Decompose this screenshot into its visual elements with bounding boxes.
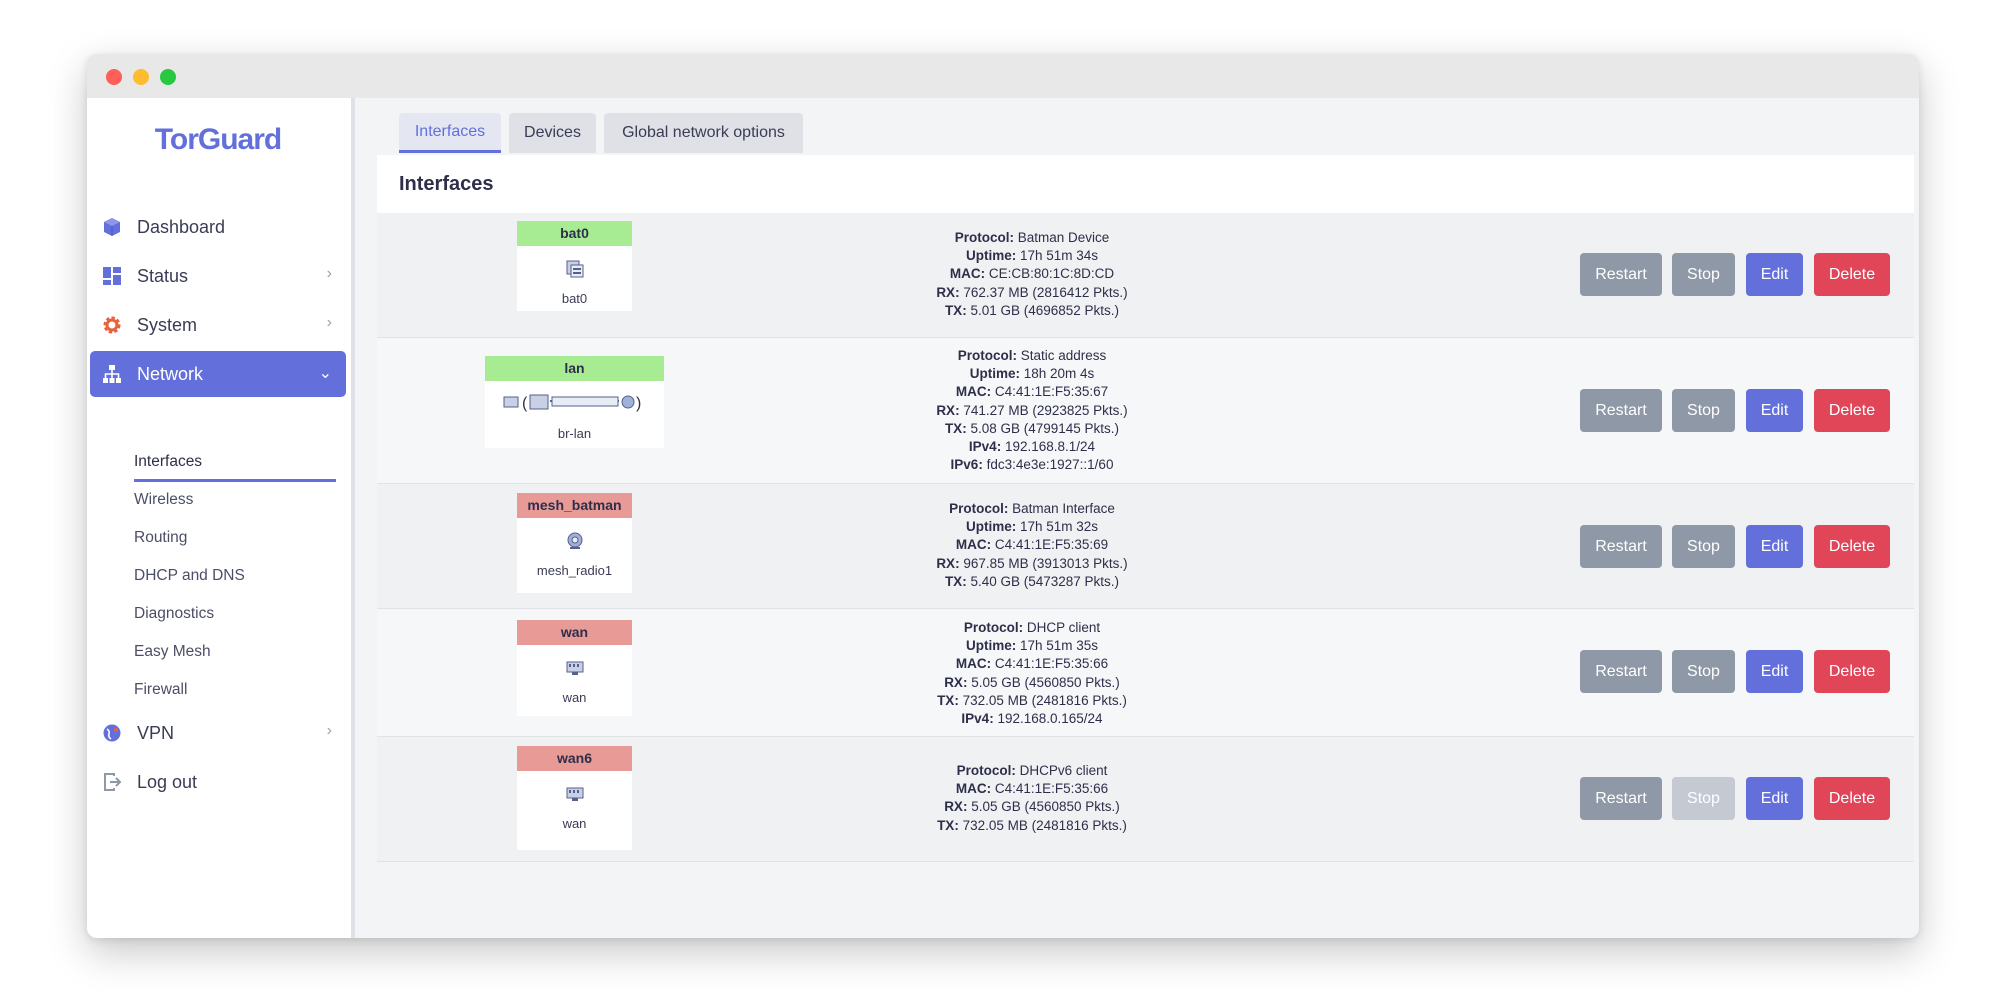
page-title: Interfaces: [399, 173, 494, 195]
edit-button[interactable]: Edit: [1746, 650, 1803, 693]
restart-button[interactable]: Restart: [1580, 777, 1662, 820]
globe-icon: [102, 723, 122, 743]
nav-network[interactable]: Network ⌄: [90, 351, 346, 397]
interface-row-bat0: bat0 bat0 Protocol: Batman Device Uptime…: [377, 213, 1914, 338]
chevron-right-icon: ›: [326, 722, 332, 739]
nav-logout[interactable]: Log out: [90, 759, 346, 805]
chevron-right-icon: ›: [326, 265, 332, 282]
title-bar: [87, 54, 1919, 98]
subnav-firewall[interactable]: Firewall: [134, 681, 187, 699]
svg-text:): ): [636, 395, 641, 412]
tab-devices[interactable]: Devices: [509, 113, 596, 153]
interface-info: Protocol: DHCP client Uptime: 17h 51m 35…: [937, 620, 1127, 727]
interface-row-mesh-batman: mesh_batman mesh_radio1 Protocol: Batman…: [377, 484, 1914, 609]
restart-button[interactable]: Restart: [1580, 650, 1662, 693]
interface-name: bat0: [517, 221, 632, 246]
subnav-interfaces[interactable]: Interfaces: [134, 453, 202, 471]
interface-info: Protocol: Batman Device Uptime: 17h 51m …: [936, 230, 1128, 318]
device-name: wan: [562, 816, 587, 831]
restart-button[interactable]: Restart: [1580, 253, 1662, 296]
chevron-down-icon: ⌄: [318, 365, 332, 382]
stop-button[interactable]: Stop: [1672, 777, 1735, 820]
interface-info: Protocol: Static address Uptime: 18h 20m…: [936, 348, 1128, 473]
minimize-window-button[interactable]: [133, 69, 149, 85]
stop-button[interactable]: Stop: [1672, 253, 1735, 296]
stop-button[interactable]: Stop: [1672, 650, 1735, 693]
subnav-active-indicator: [134, 479, 336, 482]
device-name: br-lan: [557, 426, 592, 441]
delete-button[interactable]: Delete: [1814, 650, 1890, 693]
subnav-easy-mesh[interactable]: Easy Mesh: [134, 643, 211, 661]
ethernet-icon: [566, 661, 583, 675]
edit-button[interactable]: Edit: [1746, 525, 1803, 568]
stop-button[interactable]: Stop: [1672, 389, 1735, 432]
restart-button[interactable]: Restart: [1580, 389, 1662, 432]
interface-badge[interactable]: mesh_batman mesh_radio1: [517, 493, 632, 593]
delete-button[interactable]: Delete: [1814, 525, 1890, 568]
interface-row-lan: lan () br-lan Protocol: Static address U…: [377, 338, 1914, 484]
sidebar: TorGuard Dashboard Status › System › Net…: [87, 98, 355, 938]
network-tree-icon: [102, 364, 122, 384]
device-name: wan: [562, 690, 587, 705]
svg-text:(: (: [522, 395, 528, 412]
delete-button[interactable]: Delete: [1814, 777, 1890, 820]
logo[interactable]: TorGuard: [87, 123, 349, 157]
close-window-button[interactable]: [106, 69, 122, 85]
edit-button[interactable]: Edit: [1746, 253, 1803, 296]
interface-name: wan: [517, 620, 632, 645]
maximize-window-button[interactable]: [160, 69, 176, 85]
edit-button[interactable]: Edit: [1746, 389, 1803, 432]
nav-label: System: [137, 314, 198, 335]
interface-badge[interactable]: wan6 wan: [517, 746, 632, 850]
grid-icon: [102, 266, 122, 286]
interface-name: wan6: [517, 746, 632, 771]
chevron-right-icon: ›: [326, 314, 332, 331]
interface-info: Protocol: Batman Interface Uptime: 17h 5…: [936, 501, 1128, 589]
interface-badge[interactable]: wan wan: [517, 620, 632, 716]
gear-icon: [102, 315, 122, 335]
panel-header: Interfaces: [377, 155, 1914, 213]
device-name: mesh_radio1: [536, 563, 613, 578]
cube-icon: [102, 217, 122, 237]
delete-button[interactable]: Delete: [1814, 389, 1890, 432]
nav-system[interactable]: System ›: [90, 302, 346, 348]
nav-label: Network: [137, 363, 204, 384]
nav-status[interactable]: Status ›: [90, 253, 346, 299]
stop-button[interactable]: Stop: [1672, 525, 1735, 568]
subnav-routing[interactable]: Routing: [134, 529, 187, 547]
interface-info: Protocol: DHCPv6 client MAC: C4:41:1E:F5…: [937, 763, 1127, 833]
interface-row-wan: wan wan Protocol: DHCP client Uptime: 17…: [377, 609, 1914, 737]
edit-button[interactable]: Edit: [1746, 777, 1803, 820]
nav-vpn[interactable]: VPN ›: [90, 710, 346, 756]
interface-badge[interactable]: bat0 bat0: [517, 221, 632, 311]
nav-dashboard[interactable]: Dashboard: [90, 204, 346, 250]
app-window: TorGuard Dashboard Status › System › Net…: [87, 54, 1919, 938]
interface-badge[interactable]: lan () br-lan: [485, 356, 664, 448]
tab-global-network-options[interactable]: Global network options: [604, 113, 803, 153]
logout-icon: [102, 772, 122, 792]
main-content: Interfaces Devices Global network option…: [355, 98, 1919, 938]
device-name: bat0: [561, 291, 588, 306]
subnav-wireless[interactable]: Wireless: [134, 491, 193, 509]
interface-name: lan: [485, 356, 664, 381]
subnav-dhcp-dns[interactable]: DHCP and DNS: [134, 567, 245, 585]
interface-row-wan6: wan6 wan Protocol: DHCPv6 client MAC: C4…: [377, 737, 1914, 862]
nav-label: VPN: [137, 722, 175, 743]
bridge-icon: (): [503, 394, 641, 412]
restart-button[interactable]: Restart: [1580, 525, 1662, 568]
nav-label: Log out: [137, 771, 198, 792]
wireless-icon: [567, 532, 582, 549]
ethernet-icon: [566, 787, 583, 801]
interface-name: mesh_batman: [517, 493, 632, 518]
nav-label: Status: [137, 265, 189, 286]
subnav-diagnostics[interactable]: Diagnostics: [134, 605, 214, 623]
tab-interfaces[interactable]: Interfaces: [399, 113, 501, 153]
device-icon: [566, 260, 583, 278]
delete-button[interactable]: Delete: [1814, 253, 1890, 296]
nav-label: Dashboard: [137, 216, 226, 237]
